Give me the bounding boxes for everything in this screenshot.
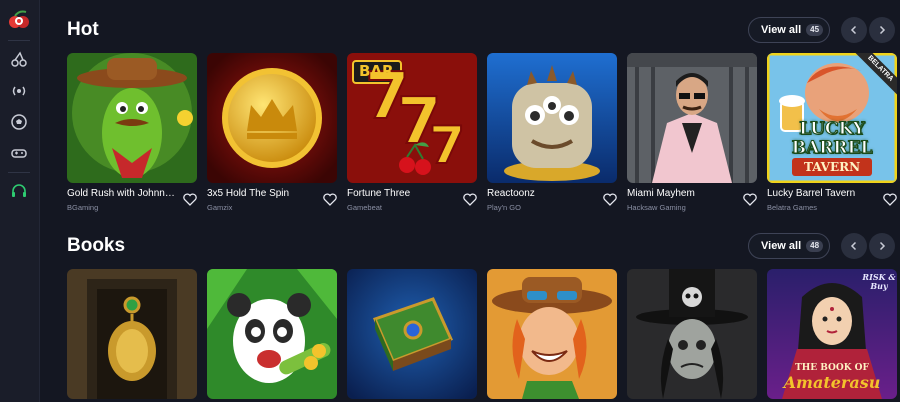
section-title-hot: Hot <box>67 19 99 40</box>
game-provider: Play'n GO <box>487 203 521 212</box>
game-card[interactable] <box>67 269 197 399</box>
headset-icon[interactable] <box>9 181 29 201</box>
sidebar <box>0 0 40 402</box>
game-card[interactable]: Reactoonz Play'n GO <box>487 53 617 212</box>
view-all-hot-button[interactable]: View all 45 <box>748 17 830 43</box>
game-title: Reactoonz <box>487 188 535 199</box>
svg-text:7: 7 <box>429 116 465 176</box>
art-text: BAR <box>359 62 394 80</box>
chevron-left-icon <box>850 241 857 251</box>
game-thumbnail[interactable] <box>207 53 337 183</box>
sidebar-divider <box>8 40 30 41</box>
game-card[interactable] <box>487 269 617 399</box>
game-card[interactable]: Miami Mayhem Hacksaw Gaming <box>627 53 757 212</box>
favorite-heart-icon[interactable] <box>603 193 617 206</box>
gamepad-icon[interactable] <box>9 143 29 163</box>
game-provider: Hacksaw Gaming <box>627 203 686 212</box>
art-text: LUCKY <box>799 119 866 140</box>
favorite-heart-icon[interactable] <box>183 193 197 206</box>
art-text: THE BOOK OF <box>795 363 869 373</box>
game-thumbnail[interactable] <box>207 269 337 399</box>
game-thumbnail[interactable] <box>487 269 617 399</box>
game-card[interactable]: 7 7 7 BAR Fortune Three Gamebeat <box>347 53 477 212</box>
game-card[interactable] <box>347 269 477 399</box>
live-broadcast-icon[interactable] <box>9 81 29 101</box>
art-text: Amaterasu <box>783 373 881 392</box>
view-all-label: View all <box>761 240 802 252</box>
game-thumbnail[interactable] <box>67 269 197 399</box>
next-arrow-button[interactable] <box>869 233 895 259</box>
game-title: Fortune Three <box>347 188 411 199</box>
game-card[interactable]: THE BOOK OF Amaterasu RISK & Buy <box>767 269 897 399</box>
view-all-count-badge: 45 <box>806 24 824 36</box>
prev-arrow-button[interactable] <box>841 17 867 43</box>
game-card[interactable] <box>207 269 337 399</box>
chevron-right-icon <box>879 25 886 35</box>
game-thumbnail[interactable] <box>67 53 197 183</box>
game-thumbnail[interactable] <box>627 269 757 399</box>
favorite-heart-icon[interactable] <box>883 193 897 206</box>
view-all-label: View all <box>761 24 802 36</box>
art-badge: RISK & Buy <box>862 272 896 291</box>
favorite-heart-icon[interactable] <box>743 193 757 206</box>
game-thumbnail[interactable] <box>487 53 617 183</box>
soccer-ball-icon[interactable] <box>9 112 29 132</box>
favorite-heart-icon[interactable] <box>463 193 477 206</box>
prev-arrow-button[interactable] <box>841 233 867 259</box>
chevron-left-icon <box>850 25 857 35</box>
game-card[interactable] <box>627 269 757 399</box>
game-title: Miami Mayhem <box>627 188 695 199</box>
game-provider: Belatra Games <box>767 203 818 212</box>
game-title: 3x5 Hold The Spin <box>207 188 290 199</box>
game-thumbnail[interactable]: THE BOOK OF Amaterasu RISK & Buy <box>767 269 897 399</box>
sidebar-divider <box>8 172 30 173</box>
game-thumbnail[interactable]: LUCKY BARREL TAVERN BELATRA <box>767 53 897 183</box>
game-title: Lucky Barrel Tavern <box>767 188 856 199</box>
game-card[interactable]: 3x5 Hold The Spin Gamzix <box>207 53 337 212</box>
game-provider: Gamzix <box>207 203 233 212</box>
cherries-icon[interactable] <box>9 49 29 69</box>
section-title-books: Books <box>67 235 126 256</box>
game-provider: Gamebeat <box>347 203 383 212</box>
view-all-books-button[interactable]: View all 48 <box>748 233 830 259</box>
game-card[interactable]: Gold Rush with Johnny ... BGaming <box>67 53 197 212</box>
favorite-heart-icon[interactable] <box>323 193 337 206</box>
game-thumbnail[interactable] <box>347 269 477 399</box>
game-thumbnail[interactable] <box>627 53 757 183</box>
art-text: BARREL <box>791 138 873 159</box>
game-title: Gold Rush with Johnny ... <box>67 188 179 199</box>
game-provider: BGaming <box>67 203 99 212</box>
game-card[interactable]: LUCKY BARREL TAVERN BELATRA Lucky Barrel… <box>767 53 897 212</box>
logo[interactable] <box>6 8 32 32</box>
view-all-count-badge: 48 <box>806 240 824 252</box>
next-arrow-button[interactable] <box>869 17 895 43</box>
game-thumbnail[interactable]: 7 7 7 BAR <box>347 53 477 183</box>
art-text: TAVERN <box>803 160 861 174</box>
chevron-right-icon <box>879 241 886 251</box>
